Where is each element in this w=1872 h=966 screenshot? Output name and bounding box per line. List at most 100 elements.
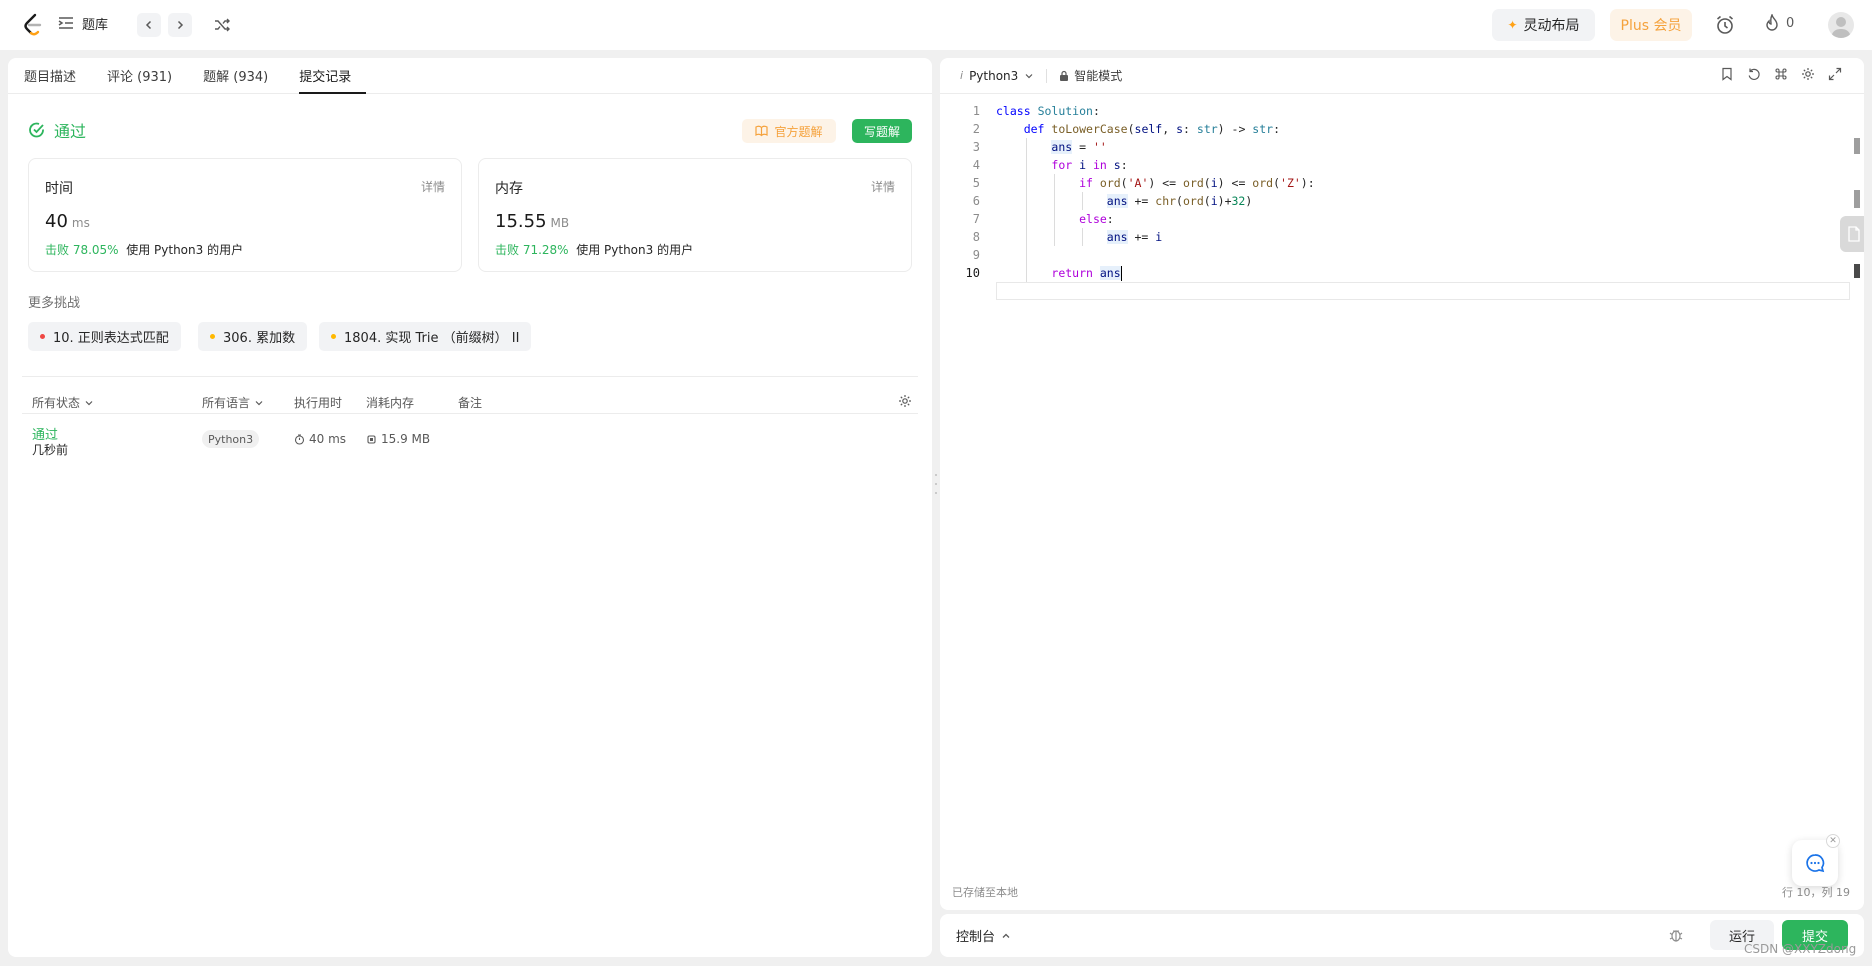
table-settings-button[interactable] bbox=[898, 394, 912, 408]
language-filter[interactable]: 所有语言 bbox=[202, 394, 264, 411]
submission-status: 通过 bbox=[28, 118, 86, 142]
row-memory: 15.9 MB bbox=[366, 432, 430, 446]
write-solution-label: 写题解 bbox=[863, 124, 900, 139]
code-line: for i in s: bbox=[1051, 158, 1128, 172]
tab-submissions[interactable]: 提交记录 bbox=[299, 58, 367, 94]
runtime-detail-link[interactable]: 详情 bbox=[421, 178, 445, 195]
line-number: 1 bbox=[972, 104, 980, 118]
book-open-icon bbox=[755, 125, 769, 137]
memory-beat: 击败 71.28% 使用 Python3 的用户 bbox=[495, 241, 693, 258]
scrollbar-marker[interactable] bbox=[1854, 190, 1860, 208]
smart-mode-toggle[interactable]: 智能模式 bbox=[1059, 67, 1122, 84]
line-number: 2 bbox=[972, 122, 980, 136]
bottom-bar: 控制台 运行 提交 bbox=[940, 914, 1864, 957]
runtime-title: 时间 bbox=[45, 181, 73, 197]
line-number: 6 bbox=[972, 194, 980, 208]
status-label: 通过 bbox=[54, 122, 87, 141]
editor-actions bbox=[1720, 67, 1842, 81]
smart-layout-label: 灵动布局 bbox=[1523, 18, 1580, 34]
console-toggle[interactable]: 控制台 bbox=[956, 926, 1011, 945]
command-icon[interactable] bbox=[1774, 67, 1788, 81]
language-filter-label: 所有语言 bbox=[202, 396, 251, 410]
official-solution-label: 官方题解 bbox=[774, 124, 823, 139]
write-solution-button[interactable]: 写题解 bbox=[852, 119, 912, 143]
runtime-value: 40 bbox=[45, 211, 68, 232]
problem-list-button[interactable]: 题库 bbox=[56, 13, 108, 33]
challenge-chip[interactable]: 10. 正则表达式匹配 bbox=[28, 322, 181, 351]
sparkle-icon: ✦ bbox=[1507, 18, 1518, 32]
stopwatch-icon bbox=[294, 433, 305, 445]
submissions-table-header: 所有状态 所有语言 执行用时 消耗内存 备注 bbox=[22, 392, 918, 414]
flame-icon bbox=[1766, 14, 1778, 31]
tab-comments[interactable]: 评论 (931) bbox=[107, 58, 187, 94]
tab-solutions[interactable]: 题解 (934) bbox=[203, 58, 283, 94]
language-label: Python3 bbox=[969, 68, 1019, 83]
bug-icon bbox=[1669, 930, 1683, 942]
close-icon[interactable]: ✕ bbox=[1826, 834, 1840, 848]
line-number: 4 bbox=[972, 158, 980, 172]
tab-description[interactable]: 题目描述 bbox=[24, 58, 91, 94]
code-line: else: bbox=[1079, 212, 1114, 226]
runtime-beat-suffix: 使用 Python3 的用户 bbox=[126, 243, 244, 257]
scrollbar-marker[interactable] bbox=[1854, 264, 1860, 278]
memory-value-wrap: 15.55 MB bbox=[495, 211, 569, 232]
row-runtime-value: 40 ms bbox=[309, 432, 347, 446]
notes-side-tab[interactable] bbox=[1840, 216, 1864, 252]
saved-status: 已存储至本地 bbox=[952, 886, 1018, 899]
info-icon: i bbox=[960, 69, 964, 82]
settings-icon[interactable] bbox=[1801, 67, 1815, 81]
timer-button[interactable] bbox=[1712, 12, 1738, 38]
cursor-position: 行 10，列 19 bbox=[1782, 886, 1850, 899]
watermark: CSDN @XXYZdong bbox=[1744, 942, 1857, 956]
streak-count: 0 bbox=[1786, 15, 1795, 31]
runtime-unit: ms bbox=[71, 216, 90, 230]
gear-icon bbox=[899, 395, 911, 407]
challenge-label: 10. 正则表达式匹配 bbox=[53, 331, 169, 346]
difficulty-dot-icon bbox=[40, 334, 45, 339]
plus-membership-button[interactable]: Plus 会员 bbox=[1610, 9, 1692, 41]
left-tabs: 题目描述 评论 (931) 题解 (934) 提交记录 bbox=[8, 58, 932, 94]
list-indent-icon bbox=[58, 17, 73, 29]
code-area[interactable]: 1 class Solution: 2 def toLowerCase(self,… bbox=[940, 102, 1860, 300]
problem-bank-label: 题库 bbox=[82, 17, 109, 33]
table-row[interactable]: 通过 几秒前 Python3 40 ms 15.9 MB bbox=[22, 420, 918, 460]
scrollbar-marker[interactable] bbox=[1854, 138, 1860, 154]
plus-label: Plus 会员 bbox=[1620, 18, 1682, 34]
challenge-chip[interactable]: 306. 累加数 bbox=[198, 322, 308, 351]
bookmark-icon[interactable] bbox=[1720, 67, 1734, 81]
line-number: 10 bbox=[965, 266, 980, 280]
random-problem-button[interactable] bbox=[210, 13, 234, 37]
leetcode-logo-icon[interactable] bbox=[20, 12, 46, 38]
language-select[interactable]: Python3 bbox=[969, 69, 1034, 83]
memory-column-header: 消耗内存 bbox=[366, 396, 415, 410]
next-problem-button[interactable] bbox=[168, 13, 192, 37]
memory-card: 内存 详情 15.55 MB 击败 71.28% 使用 Python3 的用户 bbox=[478, 158, 912, 272]
runtime-beat: 击败 78.05% 使用 Python3 的用户 bbox=[45, 241, 243, 258]
code-line: def toLowerCase(self, s: str) -> str: bbox=[1023, 122, 1281, 136]
alarm-clock-icon bbox=[1716, 15, 1734, 34]
reset-icon[interactable] bbox=[1747, 67, 1761, 81]
panel-resize-handle[interactable] bbox=[934, 474, 938, 494]
chevron-down-icon bbox=[1025, 73, 1033, 78]
section-divider bbox=[22, 376, 918, 377]
challenge-chip[interactable]: 1804. 实现 Trie （前缀树） II bbox=[319, 322, 532, 351]
memory-value: 15.55 bbox=[495, 211, 547, 232]
text-caret bbox=[1120, 266, 1122, 281]
status-filter[interactable]: 所有状态 bbox=[32, 394, 94, 411]
memory-unit: MB bbox=[550, 216, 570, 230]
smart-layout-button[interactable]: ✦ 灵动布局 bbox=[1492, 9, 1595, 41]
prev-problem-button[interactable] bbox=[137, 13, 161, 37]
streak-counter[interactable]: 0 bbox=[1764, 14, 1794, 32]
toolbar-divider bbox=[1046, 68, 1048, 83]
row-language-badge: Python3 bbox=[202, 430, 260, 448]
debug-button[interactable] bbox=[1668, 927, 1684, 947]
more-challenges-label: 更多挑战 bbox=[28, 296, 81, 311]
challenge-label: 1804. 实现 Trie （前缀树） II bbox=[344, 331, 520, 346]
official-solution-button[interactable]: 官方题解 bbox=[742, 119, 836, 143]
code-line: class Solution: bbox=[996, 104, 1100, 118]
left-panel: 题目描述 评论 (931) 题解 (934) 提交记录 通过 官方题解 写题解 … bbox=[8, 58, 932, 957]
user-avatar[interactable] bbox=[1828, 12, 1854, 38]
fullscreen-icon[interactable] bbox=[1828, 67, 1842, 81]
memory-detail-link[interactable]: 详情 bbox=[871, 178, 895, 195]
